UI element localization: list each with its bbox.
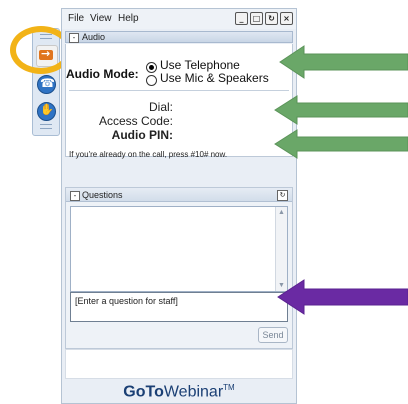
audio-icon: [37, 75, 56, 94]
questions-header[interactable]: - Questions ↻: [66, 188, 292, 202]
radio-use-telephone[interactable]: [146, 62, 157, 73]
popout-icon[interactable]: ↻: [277, 190, 288, 201]
logo-bold: GoTo: [123, 383, 164, 401]
questions-log[interactable]: ▲ ▼: [70, 206, 288, 292]
audio-pin-label: Audio PIN:: [111, 128, 173, 142]
restore-button[interactable]: ↻: [265, 12, 278, 25]
minimize-button[interactable]: _: [235, 12, 248, 25]
green-arrow-3: [274, 129, 408, 159]
questions-header-label: Questions: [82, 190, 123, 200]
questions-section: - Questions ↻ ▲ ▼ [Enter a question for …: [65, 187, 293, 349]
collapse-icon[interactable]: -: [69, 33, 79, 43]
menu-view[interactable]: View: [90, 13, 112, 24]
menu-file[interactable]: File: [68, 13, 84, 24]
audio-section-header[interactable]: - Audio: [65, 31, 293, 43]
logo-rest: Webinar: [163, 383, 224, 401]
audio-mode-label: Audio Mode:: [66, 67, 139, 81]
option-use-mic-speakers[interactable]: Use Mic & Speakers: [160, 71, 269, 85]
scroll-up-icon[interactable]: ▲: [277, 208, 286, 217]
collapse-icon[interactable]: -: [70, 191, 80, 201]
hand-icon: [37, 102, 56, 121]
access-code-label: Access Code:: [98, 114, 173, 128]
dial-label: Dial:: [148, 100, 173, 114]
divider: [69, 90, 289, 91]
radio-use-mic-speakers[interactable]: [146, 75, 157, 86]
audio-toggle-button[interactable]: [36, 74, 56, 94]
gotowebinar-logo: GoToWebinarTM: [62, 383, 296, 401]
option-use-telephone[interactable]: Use Telephone: [160, 58, 240, 72]
window-buttons: _ □ ↻ ×: [235, 12, 293, 25]
gotowebinar-control-panel: File View Help _ □ ↻ × - Audio Audio Mod…: [61, 8, 297, 404]
send-button[interactable]: Send: [258, 327, 288, 343]
green-arrow-1: [279, 45, 408, 79]
menu-help[interactable]: Help: [118, 13, 139, 24]
call-in-note: If you're already on the call, press #10…: [69, 150, 228, 159]
grip-handle-bottom[interactable]: [40, 124, 52, 129]
audio-section: Audio Mode: Use Telephone Use Mic & Spea…: [65, 44, 293, 159]
question-input[interactable]: [Enter a question for staff]: [70, 292, 288, 322]
hand-button[interactable]: [36, 101, 56, 121]
purple-arrow: [277, 279, 408, 315]
maximize-button[interactable]: □: [250, 12, 263, 25]
logo-tm: TM: [223, 383, 235, 392]
audio-header-label: Audio: [82, 32, 106, 42]
green-arrow-2: [274, 95, 408, 125]
menu-bar: File View Help _ □ ↻ ×: [62, 9, 296, 29]
footer-band: [65, 349, 293, 379]
close-button[interactable]: ×: [280, 12, 293, 25]
